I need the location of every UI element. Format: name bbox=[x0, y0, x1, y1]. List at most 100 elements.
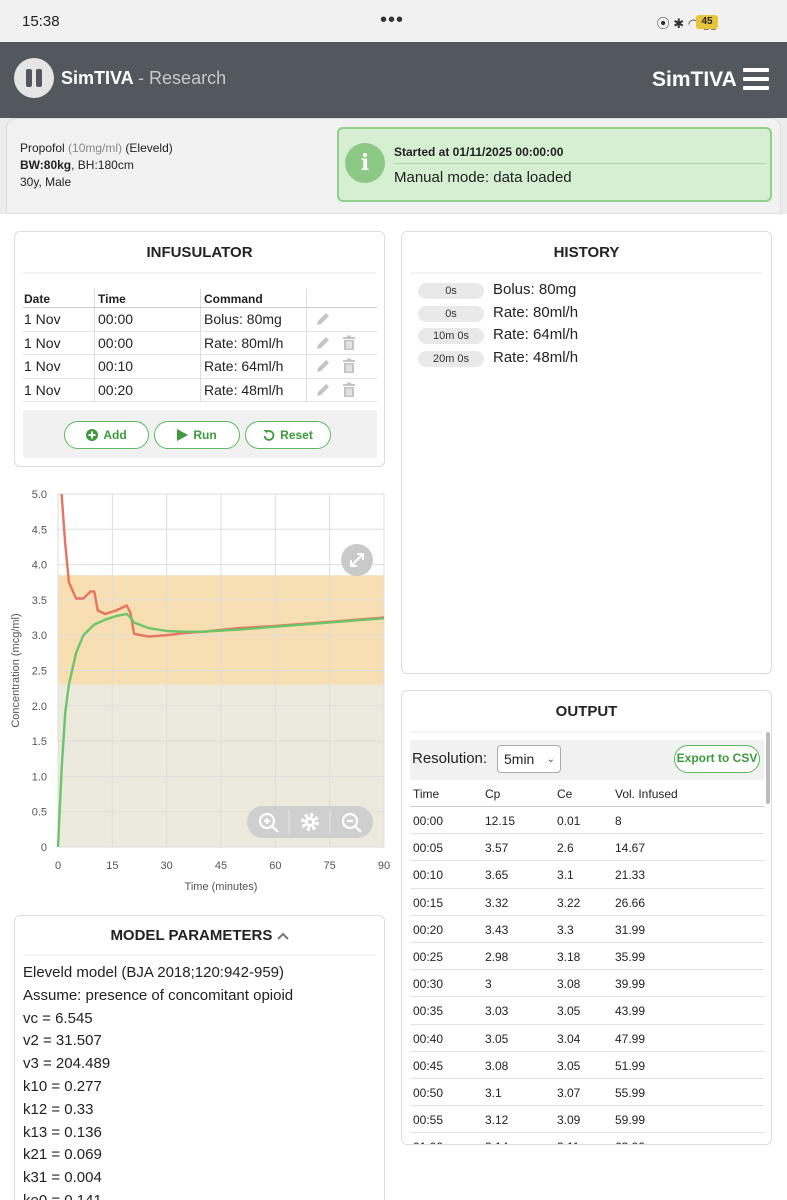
export-csv-button[interactable]: Export to CSV bbox=[674, 745, 760, 773]
cell-time: 00:50 bbox=[413, 1085, 444, 1100]
output-panel: OUTPUT Resolution: 5min ⌄ Export to CSV … bbox=[401, 690, 772, 1145]
cell-vol: 63.99 bbox=[615, 1140, 645, 1144]
cell-time: 00:00 bbox=[98, 311, 134, 327]
history-text: Rate: 80ml/h bbox=[493, 304, 579, 321]
model-parameters-panel: MODEL PARAMETERS Eleveld model (BJA 2018… bbox=[14, 915, 385, 1200]
table-row: 00:25 2.98 3.18 35.99 bbox=[410, 943, 764, 971]
x-tick-label: 30 bbox=[161, 860, 173, 872]
cell-date: 1 Nov bbox=[24, 381, 61, 398]
infusulator-title: INFUSULATOR bbox=[146, 244, 253, 261]
cell-date: 1 Nov bbox=[24, 358, 61, 374]
x-tick-label: 15 bbox=[106, 860, 118, 872]
y-tick-label: 2.5 bbox=[32, 666, 47, 678]
reset-label: Reset bbox=[280, 428, 313, 442]
table-row: 00:30 3 3.08 39.99 bbox=[410, 970, 764, 998]
cell-ce: 3.05 bbox=[557, 1058, 581, 1073]
body-weight: BW:80kg bbox=[20, 158, 72, 172]
cell-ce: 0.01 bbox=[557, 814, 581, 828]
y-tick-label: 3.0 bbox=[32, 630, 47, 642]
cell-ce: 3.09 bbox=[557, 1113, 581, 1128]
edit-pencil-icon[interactable] bbox=[315, 311, 331, 327]
history-time-badge: 0s bbox=[418, 283, 484, 299]
battery-icon: 45 bbox=[696, 15, 718, 29]
model-parameter-line: vc = 6.545 bbox=[23, 1009, 93, 1027]
history-time-badge: 10m 0s bbox=[418, 328, 484, 344]
edit-pencil-icon[interactable] bbox=[315, 335, 331, 351]
concentration-chart[interactable]: 0 15 30 45 60 75 90 0 0.5 1.0 1.5 2.0 2.5 3.0 3.5 4.0 4.… bbox=[8, 478, 392, 898]
cell-cp: 2.98 bbox=[485, 949, 509, 964]
cell-vol: 35.99 bbox=[615, 949, 646, 964]
header-command: Command bbox=[204, 292, 263, 306]
drug-name: Propofol bbox=[20, 141, 65, 155]
output-title: OUTPUT bbox=[555, 703, 618, 720]
cell-cp: 12.15 bbox=[485, 814, 516, 828]
cell-command: Rate: 80ml/h bbox=[204, 334, 284, 351]
history-time-badge: 20m 0s bbox=[418, 351, 484, 367]
cell-vol: 26.66 bbox=[615, 895, 646, 910]
alert-message: Manual mode: data loaded bbox=[394, 169, 572, 186]
header-time: Time bbox=[413, 787, 440, 801]
cell-cp: 3.03 bbox=[485, 1004, 509, 1019]
infusulator-table: Date Time Command 1 Nov 00:00 Bolus: 80m… bbox=[23, 289, 377, 402]
chart-svg[interactable]: 0 15 30 45 60 75 90 0 0.5 1.0 1.5 2.0 2.5 3.0 3.5 4.0 4.… bbox=[8, 478, 392, 898]
model-parameter-line: k21 = 0.069 bbox=[23, 1146, 102, 1164]
cell-time: 00:00 bbox=[413, 814, 444, 828]
delete-trash-icon[interactable] bbox=[341, 358, 357, 374]
resolution-select[interactable]: 5min ⌄ bbox=[497, 745, 561, 773]
chevron-up-icon[interactable] bbox=[276, 932, 289, 940]
reset-button[interactable]: Reset bbox=[245, 421, 331, 449]
edit-pencil-icon[interactable] bbox=[315, 382, 331, 398]
delete-trash-icon[interactable] bbox=[341, 335, 357, 351]
cell-time: 00:05 bbox=[413, 841, 444, 856]
table-row: 00:05 3.57 2.6 14.67 bbox=[410, 834, 764, 862]
cell-time: 00:10 bbox=[413, 868, 444, 883]
history-text: Rate: 64ml/h bbox=[493, 326, 579, 343]
cell-vol: 21.33 bbox=[615, 868, 646, 883]
cell-time: 00:45 bbox=[413, 1058, 444, 1073]
table-row[interactable]: 1 Nov 00:00 Bolus: 80mg bbox=[23, 308, 377, 332]
cell-ce: 3.05 bbox=[557, 1004, 581, 1019]
table-row[interactable]: 1 Nov 00:20 Rate: 48ml/h bbox=[23, 378, 377, 402]
header-cp: Cp bbox=[485, 787, 501, 801]
cell-time: 00:25 bbox=[413, 949, 444, 964]
add-button[interactable]: Add bbox=[64, 421, 149, 449]
edit-pencil-icon[interactable] bbox=[315, 358, 331, 374]
model-parameter-line: k10 = 0.277 bbox=[23, 1078, 102, 1095]
cell-date: 1 Nov bbox=[24, 334, 61, 351]
cell-vol: 47.99 bbox=[615, 1031, 646, 1046]
run-button[interactable]: Run bbox=[154, 421, 240, 449]
x-tick-label: 45 bbox=[215, 860, 227, 872]
table-row: 00:45 3.08 3.05 51.99 bbox=[410, 1052, 764, 1079]
table-row[interactable]: 1 Nov 00:10 Rate: 64ml/h bbox=[23, 355, 377, 379]
y-tick-label: 5.0 bbox=[32, 489, 47, 501]
table-row: 01:00 3.14 3.11 63.99 bbox=[410, 1133, 764, 1144]
cell-cp: 3.1 bbox=[485, 1085, 502, 1100]
header-time: Time bbox=[98, 292, 126, 306]
cell-cp: 3.57 bbox=[485, 841, 509, 856]
model-parameters-header[interactable]: MODEL PARAMETERS bbox=[15, 927, 384, 944]
model-parameter-line: k13 = 0.136 bbox=[23, 1123, 102, 1141]
body-height: , BH:180cm bbox=[71, 158, 134, 172]
resolution-value: 5min bbox=[504, 751, 535, 767]
cell-ce: 2.6 bbox=[557, 841, 574, 856]
simtiva-logo-icon[interactable] bbox=[14, 58, 54, 98]
cell-command: Rate: 48ml/h bbox=[204, 381, 284, 398]
cell-ce: 3.18 bbox=[557, 949, 581, 964]
table-row[interactable]: 1 Nov 00:00 Rate: 80ml/h bbox=[23, 331, 377, 355]
model-parameter-line: Eleveld model (BJA 2018;120:942-959) bbox=[23, 964, 285, 981]
model-parameters-title: MODEL PARAMETERS bbox=[110, 927, 273, 944]
cell-vol: 59.99 bbox=[615, 1113, 646, 1128]
model-parameter-line: Assume: presence of concomitant opioid bbox=[23, 986, 294, 1004]
delete-trash-icon[interactable] bbox=[341, 382, 357, 398]
header-vol-infused: Vol. Infused bbox=[615, 787, 678, 801]
hamburger-menu-icon[interactable] bbox=[743, 68, 769, 90]
more-dots-icon[interactable]: ••• bbox=[380, 9, 404, 32]
cell-time: 00:10 bbox=[98, 358, 134, 374]
table-row: 00:15 3.32 3.22 26.66 bbox=[410, 889, 764, 916]
cell-cp: 3 bbox=[485, 977, 492, 992]
output-scrollbar[interactable] bbox=[766, 732, 770, 804]
app-subtitle: Research bbox=[149, 68, 227, 88]
table-row: 00:10 3.65 3.1 21.33 bbox=[410, 861, 764, 889]
status-alert: i Started at 01/11/2025 00:00:00 Manual … bbox=[337, 127, 772, 202]
cell-command: Rate: 64ml/h bbox=[204, 358, 284, 374]
